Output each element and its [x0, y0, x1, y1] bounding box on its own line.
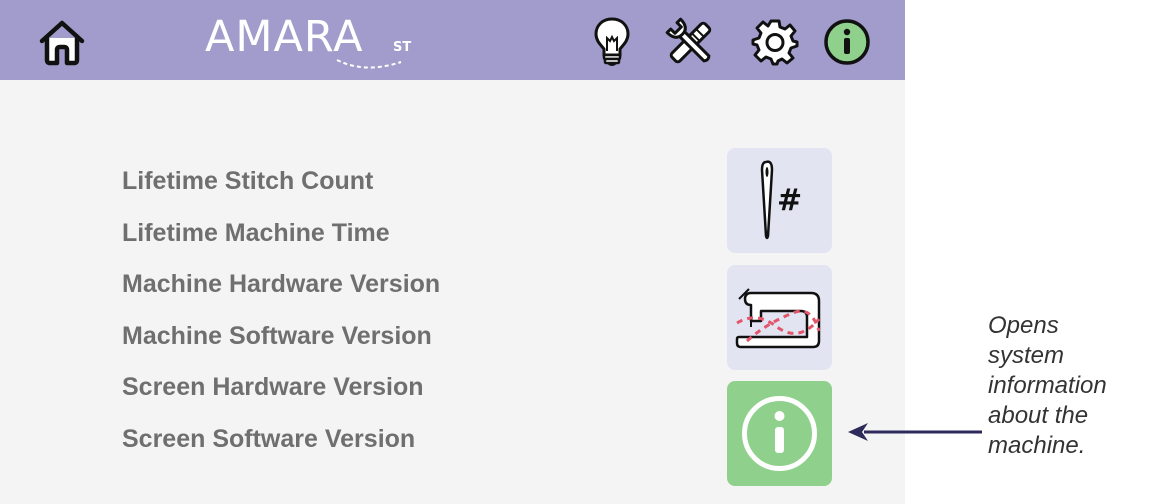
info-icon: [742, 396, 817, 471]
callout-arrow: [848, 423, 982, 441]
callout-line: Opens: [988, 312, 1059, 339]
callout-line: about the: [988, 402, 1089, 429]
system-info-button[interactable]: [727, 381, 832, 486]
callout-line: system: [988, 342, 1065, 369]
list-item-lifetime-stitch-count: Lifetime Stitch Count: [122, 167, 374, 195]
logo-subtext: ST: [393, 40, 412, 55]
needle-stitch-count-icon: #: [760, 160, 802, 240]
list-item-screen-software-version: Screen Software Version: [122, 425, 416, 453]
list-item-lifetime-machine-time: Lifetime Machine Time: [122, 219, 390, 247]
callout-annotation: Opens system information about the machi…: [988, 311, 1148, 461]
callout-line: machine.: [988, 432, 1086, 459]
lightbulb-icon[interactable]: [592, 16, 632, 68]
stitch-count-symbol: #: [777, 183, 802, 218]
home-icon[interactable]: [36, 16, 88, 68]
list-item-machine-hardware-version: Machine Hardware Version: [122, 270, 441, 298]
tools-icon[interactable]: [663, 15, 718, 70]
info-icon[interactable]: [823, 18, 871, 66]
machine-screen: AMARA ST Lifetime Stitch Count Lifetime …: [0, 0, 905, 504]
sewing-machine-button[interactable]: [727, 265, 832, 370]
top-navigation-bar: AMARA ST: [0, 0, 905, 80]
logo-stitch-swoosh: [336, 59, 402, 69]
amara-logo: AMARA ST: [205, 12, 435, 72]
sewing-machine-icon: [735, 288, 821, 349]
gear-icon[interactable]: [751, 18, 799, 66]
list-item-screen-hardware-version: Screen Hardware Version: [122, 373, 424, 401]
stitch-count-button[interactable]: #: [727, 148, 832, 253]
callout-line: information: [988, 372, 1107, 399]
list-item-machine-software-version: Machine Software Version: [122, 322, 432, 350]
logo-text: AMARA: [205, 12, 364, 62]
